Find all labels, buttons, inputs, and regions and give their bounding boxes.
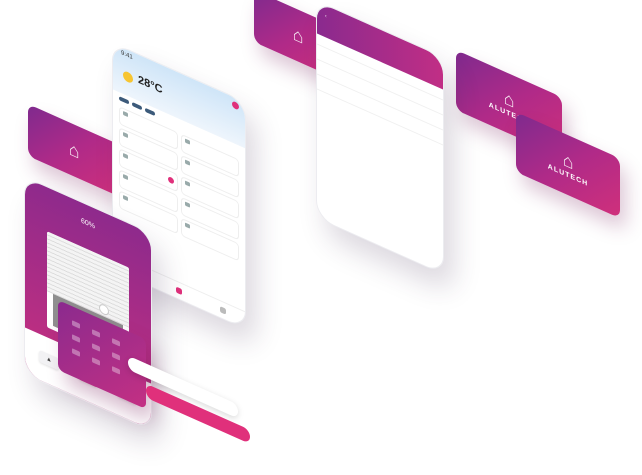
keypad-key — [112, 366, 120, 375]
device-icon — [123, 131, 128, 139]
toggle-icon[interactable] — [167, 175, 174, 185]
room-chip[interactable] — [119, 96, 129, 105]
house-icon: ⌂ — [562, 148, 574, 174]
up-button[interactable]: ▲ — [39, 349, 59, 371]
history-phone: ‹ — [316, 0, 444, 275]
device-icon — [123, 173, 128, 181]
house-icon: ⌂ — [292, 23, 304, 49]
app-showcase-scene: ⌂ ⌂ ⌂ ALUTECH ⌂ ALUTECH ‹ 9:41 28°C 60% … — [0, 0, 642, 460]
room-chip[interactable] — [132, 101, 142, 111]
tab-devices-icon[interactable] — [176, 286, 182, 296]
keypad-key — [112, 338, 120, 347]
keypad-key — [112, 352, 120, 361]
brand-tile-right-bottom: ⌂ ALUTECH — [516, 112, 620, 219]
keypad-key — [92, 329, 100, 338]
temperature: 28°C — [138, 73, 163, 97]
keypad-key — [72, 334, 80, 343]
room-chip[interactable] — [145, 107, 155, 117]
device-icon — [184, 138, 190, 145]
login-card — [120, 348, 270, 475]
keypad-key — [92, 343, 100, 352]
house-icon: ⌂ — [503, 86, 515, 112]
device-icon — [184, 159, 190, 166]
device-icon — [123, 194, 128, 202]
status-time: 9:41 — [121, 50, 133, 62]
sun-icon — [123, 69, 133, 85]
lightbulb-icon — [184, 201, 190, 208]
keypad-key — [92, 357, 100, 366]
device-icon — [123, 152, 128, 160]
device-icon — [184, 180, 190, 187]
back-icon[interactable]: ‹ — [325, 13, 327, 30]
device-icon — [184, 222, 190, 229]
device-icon — [123, 110, 128, 118]
tab-settings-icon[interactable] — [220, 306, 226, 315]
keypad-key — [72, 320, 80, 329]
keypad-key — [72, 348, 80, 357]
house-icon: ⌂ — [68, 138, 80, 163]
notification-badge[interactable] — [232, 100, 239, 111]
